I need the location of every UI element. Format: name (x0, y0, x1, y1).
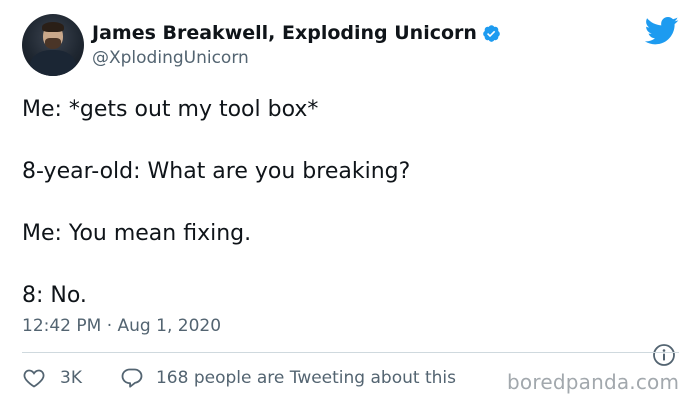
reply-bubble-icon[interactable] (120, 366, 144, 390)
engagement-bar: 3K 168 people are Tweeting about this (22, 366, 456, 390)
tweet-line: Me: You mean fixing. (22, 221, 252, 246)
author-handle[interactable]: @XplodingUnicorn (92, 48, 249, 68)
info-icon[interactable] (652, 343, 676, 367)
avatar[interactable] (22, 14, 84, 76)
watermark: boredpanda.com (507, 370, 680, 394)
divider (22, 352, 679, 353)
tweet-timestamp[interactable]: 12:42 PM · Aug 1, 2020 (22, 316, 221, 336)
tweet-line: 8-year-old: What are you breaking? (22, 159, 411, 184)
tweet-text: Me: *gets out my tool box* 8-year-old: W… (22, 94, 410, 342)
like-count[interactable]: 3K (60, 368, 82, 388)
tweet-line: Me: *gets out my tool box* (22, 97, 319, 122)
twitter-bird-icon[interactable] (645, 16, 679, 46)
conversation-link[interactable]: 168 people are Tweeting about this (156, 368, 456, 388)
heart-icon[interactable] (22, 366, 46, 390)
verified-badge-icon (482, 24, 501, 43)
author-name-row[interactable]: James Breakwell, Exploding Unicorn (92, 22, 501, 44)
tweet-line: 8: No. (22, 283, 87, 308)
display-name[interactable]: James Breakwell, Exploding Unicorn (92, 22, 477, 44)
